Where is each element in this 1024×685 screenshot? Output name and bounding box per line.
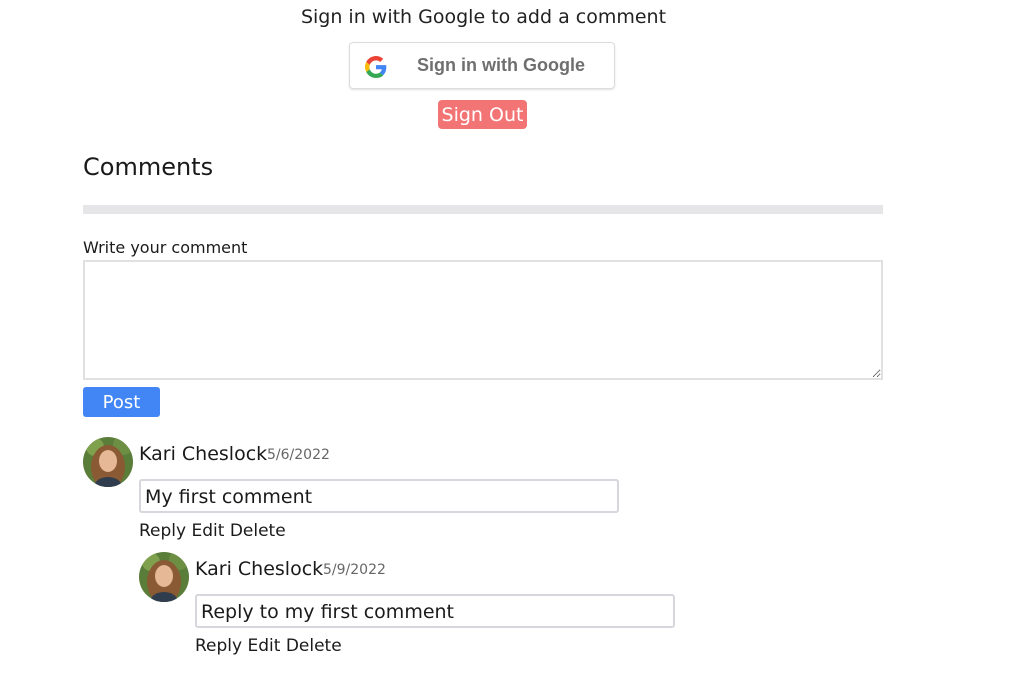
comment-date: 5/6/2022 [267,447,330,463]
comment-text: My first comment [139,479,619,513]
delete-link[interactable]: Delete [286,636,342,656]
comment-textarea[interactable] [83,260,883,380]
avatar [83,437,133,487]
comments-page: Sign in with Google to add a comment Sig… [0,0,1024,685]
comment-actions: Reply Edit Delete [195,636,342,656]
edit-link[interactable]: Edit [192,521,225,541]
comment-author: Kari Cheslock [139,443,268,465]
reply-link[interactable]: Reply [195,636,242,656]
signin-prompt: Sign in with Google to add a comment [300,6,667,28]
comment-author: Kari Cheslock [195,558,324,580]
google-icon [365,56,387,78]
divider [83,205,883,214]
comment-date: 5/9/2022 [323,562,386,578]
sign-out-button[interactable]: Sign Out [438,100,527,129]
reply-item: Kari Cheslock 5/9/2022 Reply to my first… [139,552,739,662]
edit-link[interactable]: Edit [248,636,281,656]
comment-text: Reply to my first comment [195,594,675,628]
avatar [139,552,189,602]
post-button[interactable]: Post [83,387,160,417]
google-signin-button[interactable]: Sign in with Google [349,42,615,89]
delete-link[interactable]: Delete [230,521,286,541]
comment-actions: Reply Edit Delete [139,521,286,541]
google-signin-label: Sign in with Google [417,55,585,75]
reply-link[interactable]: Reply [139,521,186,541]
comments-heading: Comments [83,153,214,181]
comment-item: Kari Cheslock 5/6/2022 My first comment … [83,437,683,547]
comment-field-label: Write your comment [83,238,248,257]
